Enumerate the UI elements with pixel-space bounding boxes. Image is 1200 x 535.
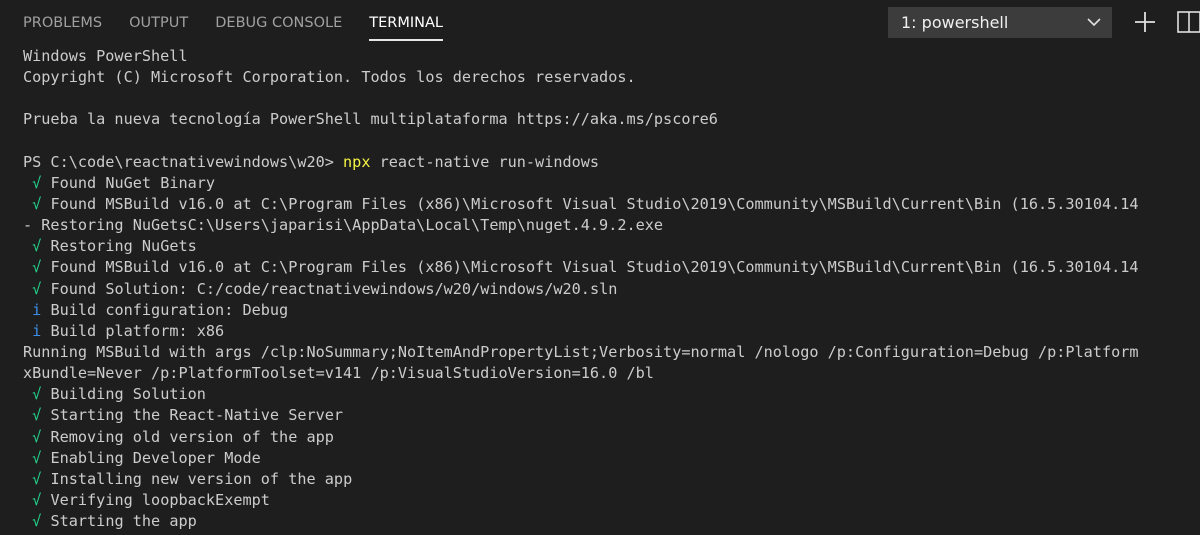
line-text: Build platform: x86 <box>50 321 225 340</box>
terminal-line: Windows PowerShell <box>23 46 1200 67</box>
terminal-line: √ Found MSBuild v16.0 at C:\Program File… <box>23 194 1200 215</box>
terminal-line: √ Removing old version of the app <box>23 427 1200 448</box>
panel-header: PROBLEMS OUTPUT DEBUG CONSOLE TERMINAL 1… <box>0 0 1200 46</box>
terminal-select-dropdown[interactable]: 1: powershell <box>888 7 1112 38</box>
terminal-panel: PROBLEMS OUTPUT DEBUG CONSOLE TERMINAL 1… <box>0 0 1200 535</box>
line-text: Found Solution: C:/code/reactnativewindo… <box>50 279 618 298</box>
check-icon: √ <box>32 173 42 192</box>
line-text: Restoring NuGets <box>50 237 197 256</box>
info-icon: i <box>32 300 42 319</box>
terminal-line: xBundle=Never /p:PlatformToolset=v141 /p… <box>23 363 1200 384</box>
terminal-output[interactable]: Windows PowerShell Copyright (C) Microsof… <box>23 46 1200 535</box>
terminal-line: √ Installing new version of the app <box>23 469 1200 490</box>
split-icon[interactable] <box>1176 9 1200 35</box>
tab-debug-console[interactable]: DEBUG CONSOLE <box>215 0 342 46</box>
terminal-line: - Restoring NuGetsC:\Users\japarisi\AppD… <box>23 215 1200 236</box>
terminal-line: √ Building Solution <box>23 384 1200 405</box>
terminal-line: PS C:\code\reactnativewindows\w20> npx r… <box>23 152 1200 173</box>
line-text: Found MSBuild v16.0 at C:\Program Files … <box>50 258 1139 277</box>
line-text: Starting the app <box>50 512 197 531</box>
terminal-select-value: 1: powershell <box>901 13 1009 32</box>
check-icon: √ <box>32 469 42 488</box>
terminal-line: √ Restoring NuGets <box>23 236 1200 257</box>
terminal-line: √ Starting the React-Native Server <box>23 405 1200 426</box>
check-icon: √ <box>32 279 42 298</box>
terminal-line: √ Verifying loopbackExempt <box>23 490 1200 511</box>
terminal-line: i Build platform: x86 <box>23 321 1200 342</box>
check-icon: √ <box>32 385 42 404</box>
terminal-line: √ Enabling Developer Mode <box>23 448 1200 469</box>
terminal-line: √ Found Solution: C:/code/reactnativewin… <box>23 279 1200 300</box>
check-icon: √ <box>32 406 42 425</box>
line-text: Windows PowerShell <box>23 47 188 65</box>
line-text: Build configuration: Debug <box>50 300 289 319</box>
line-text: Copyright (C) Microsoft Corporation. Tod… <box>23 68 636 87</box>
panel-tabs: PROBLEMS OUTPUT DEBUG CONSOLE TERMINAL <box>23 0 470 46</box>
chevron-down-icon <box>1087 18 1101 27</box>
line-text: Enabling Developer Mode <box>50 448 261 467</box>
check-icon: √ <box>32 237 42 256</box>
check-icon: √ <box>32 427 42 446</box>
terminal-line: Prueba la nueva tecnología PowerShell mu… <box>23 109 1200 130</box>
line-text: xBundle=Never /p:PlatformToolset=v141 /p… <box>23 364 654 383</box>
terminal-line: √ Found MSBuild v16.0 at C:\Program File… <box>23 257 1200 278</box>
check-icon: √ <box>32 194 42 213</box>
terminal-line: √ Found NuGet Binary <box>23 173 1200 194</box>
line-text: Installing new version of the app <box>50 469 353 488</box>
line-text: Found MSBuild v16.0 at C:\Program Files … <box>50 194 1139 213</box>
plus-icon[interactable] <box>1132 9 1158 35</box>
check-icon: √ <box>32 512 42 531</box>
prompt-text: PS C:\code\reactnativewindows\w20> <box>23 152 344 171</box>
check-icon: √ <box>32 258 42 277</box>
terminal-line: i Build configuration: Debug <box>23 300 1200 321</box>
terminal-line: √ Starting the app <box>23 511 1200 532</box>
line-text: Building Solution <box>50 385 206 404</box>
line-text: Running MSBuild with args /clp:NoSummary… <box>23 342 1139 361</box>
command-name: npx <box>343 152 371 171</box>
info-icon: i <box>32 321 42 340</box>
line-text: Verifying loopbackExempt <box>50 490 270 509</box>
terminal-line: Copyright (C) Microsoft Corporation. Tod… <box>23 67 1200 88</box>
line-text: Prueba la nueva tecnología PowerShell mu… <box>23 110 718 129</box>
line-text: Removing old version of the app <box>50 427 334 446</box>
line-text: Found NuGet Binary <box>50 173 216 192</box>
tab-problems[interactable]: PROBLEMS <box>23 0 102 46</box>
check-icon: √ <box>32 490 42 509</box>
check-icon: √ <box>32 448 42 467</box>
command-args: react-native run-windows <box>370 152 600 171</box>
terminal-line: Running MSBuild with args /clp:NoSummary… <box>23 342 1200 363</box>
line-text: - Restoring NuGetsC:\Users\japarisi\AppD… <box>23 216 664 235</box>
tab-terminal[interactable]: TERMINAL <box>369 0 443 46</box>
tab-output[interactable]: OUTPUT <box>129 0 188 46</box>
line-text: Starting the React-Native Server <box>50 406 344 425</box>
